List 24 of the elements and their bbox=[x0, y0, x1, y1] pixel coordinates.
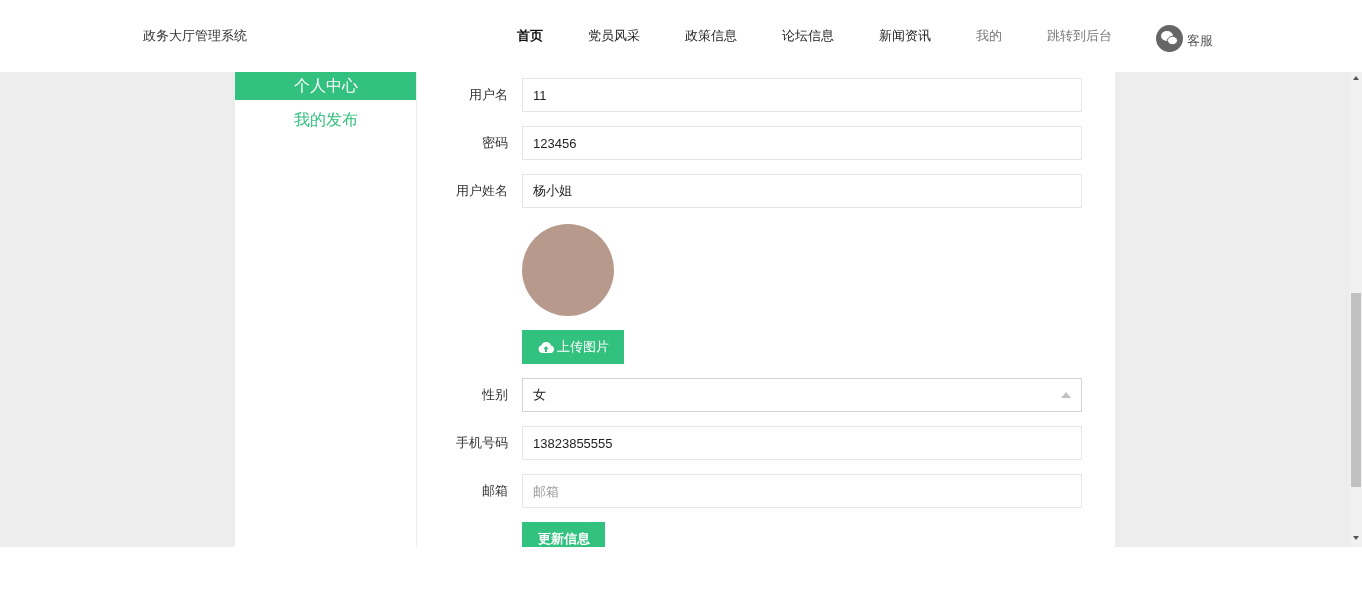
input-field[interactable]: 123456 bbox=[522, 126, 1082, 160]
input-field[interactable]: 杨小姐 bbox=[522, 174, 1082, 208]
nav-link[interactable]: 政策信息 bbox=[685, 26, 737, 46]
nav-link[interactable]: 新闻资讯 bbox=[879, 26, 931, 46]
select-field[interactable]: 女 bbox=[522, 378, 1082, 412]
chat-icon[interactable] bbox=[1156, 24, 1183, 52]
input-field[interactable]: 邮箱 bbox=[522, 474, 1082, 508]
field-label: 密码 bbox=[482, 135, 508, 150]
customer-service-link[interactable]: 客服 bbox=[1187, 31, 1213, 51]
input-field[interactable]: 13823855555 bbox=[522, 426, 1082, 460]
nav-link[interactable]: 党员风采 bbox=[588, 26, 640, 46]
input-field[interactable]: 11 bbox=[522, 78, 1082, 112]
field-label: 用户姓名 bbox=[456, 183, 508, 198]
nav-link[interactable]: 我的 bbox=[976, 26, 1002, 46]
nav-link[interactable]: 跳转到后台 bbox=[1047, 26, 1112, 46]
site-title: 政务大厅管理系统 bbox=[143, 27, 247, 46]
field-label: 手机号码 bbox=[456, 435, 508, 450]
nav-link[interactable]: 首页 bbox=[517, 26, 543, 46]
field-label: 用户名 bbox=[469, 87, 508, 102]
field-label: 性别 bbox=[482, 387, 508, 402]
field-label: 邮箱 bbox=[482, 483, 508, 498]
cloud-upload-icon bbox=[537, 341, 554, 353]
nav-link[interactable]: 论坛信息 bbox=[782, 26, 834, 46]
caret-icon bbox=[1061, 392, 1071, 398]
